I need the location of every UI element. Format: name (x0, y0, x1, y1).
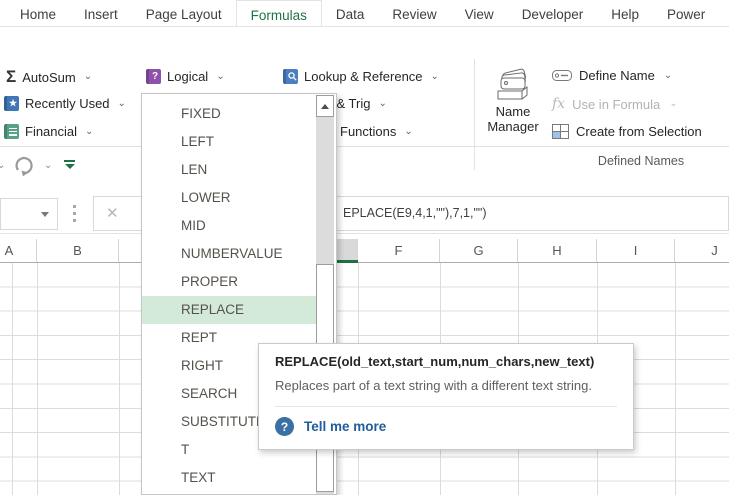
ribbon-bottom-border (0, 146, 729, 147)
chevron-down-icon: ⌄ (431, 72, 439, 82)
formula-bar-drag-handle[interactable] (73, 205, 76, 226)
name-manager-label-line2: Manager (484, 119, 542, 134)
cancel-formula-icon[interactable]: ✕ (106, 204, 119, 222)
dropdown-item-len[interactable]: LEN (142, 156, 318, 184)
tab-insert[interactable]: Insert (70, 0, 132, 26)
gridline (675, 263, 676, 495)
dropdown-item-fixed[interactable]: FIXED (142, 100, 318, 128)
recently-used-button[interactable]: ★ Recently Used ⌄ (4, 96, 126, 111)
undo-dropdown-chevron-icon[interactable]: ⌄ (0, 160, 5, 171)
scrollbar-up-button[interactable] (316, 95, 334, 117)
create-from-selection-button[interactable]: Create from Selection (552, 124, 702, 139)
autosum-button[interactable]: Σ AutoSum ⌄ (6, 69, 92, 85)
logical-icon: ? (146, 69, 161, 84)
gridline (37, 263, 38, 495)
tab-page-layout[interactable]: Page Layout (132, 0, 236, 26)
fx-icon: fx (552, 96, 565, 112)
column-header-f[interactable]: F (358, 239, 440, 262)
name-box-dropdown-icon[interactable] (41, 212, 49, 217)
use-in-formula-label: Use in Formula (572, 97, 660, 112)
star-icon: ★ (4, 96, 19, 111)
excel-window: Home Insert Page Layout Formulas Data Re… (0, 0, 729, 495)
tell-me-more-link[interactable]: Tell me more (304, 419, 386, 434)
chevron-down-icon: ⌄ (84, 72, 92, 82)
create-from-selection-icon (552, 124, 569, 139)
tooltip-divider (275, 406, 617, 407)
defined-names-group-label: Defined Names (551, 154, 729, 168)
name-manager-icon (494, 65, 532, 101)
dropdown-item-numbervalue[interactable]: NUMBERVALUE (142, 240, 318, 268)
name-box[interactable] (0, 198, 58, 230)
lookup-reference-label: Lookup & Reference (304, 69, 423, 84)
logical-label: Logical (167, 69, 208, 84)
tab-review[interactable]: Review (378, 0, 450, 26)
help-icon: ? (275, 417, 294, 436)
tab-formulas[interactable]: Formulas (236, 0, 322, 26)
logical-button[interactable]: ? Logical ⌄ (146, 69, 225, 84)
tab-data[interactable]: Data (322, 0, 379, 26)
customize-quick-access-toolbar-icon[interactable] (64, 160, 75, 169)
tooltip-title: REPLACE(old_text,start_num,num_chars,new… (275, 354, 617, 369)
redo-dropdown-chevron-icon[interactable]: ⌄ (44, 160, 52, 171)
ribbon: Σ AutoSum ⌄ ? Logical ⌄ Lookup & Referen… (0, 27, 729, 147)
use-in-formula-button: fx Use in Formula ⌄ (552, 96, 678, 112)
define-name-label: Define Name (579, 68, 655, 83)
chevron-down-icon: ⌄ (669, 99, 677, 109)
tab-power[interactable]: Power (653, 0, 719, 26)
ribbon-group-divider (474, 59, 475, 170)
autosum-label: AutoSum (22, 70, 75, 85)
chevron-down-icon: ⌄ (664, 71, 672, 81)
more-functions-label: Functions (340, 124, 396, 139)
chevron-down-icon: ⌄ (216, 72, 224, 82)
column-header-a[interactable]: A (0, 239, 37, 262)
magnifier-icon (283, 69, 298, 84)
lookup-reference-button[interactable]: Lookup & Reference ⌄ (283, 69, 439, 84)
dropdown-item-replace[interactable]: REPLACE (142, 296, 318, 324)
column-header-g[interactable]: G (440, 239, 518, 262)
chevron-down-icon: ⌄ (404, 127, 412, 137)
column-header-i[interactable]: I (597, 239, 675, 262)
formula-text: EPLACE(E9,4,1,""),7,1,"") (343, 206, 487, 220)
recently-used-label: Recently Used (25, 96, 110, 111)
financial-label: Financial (25, 124, 77, 139)
dropdown-item-lower[interactable]: LOWER (142, 184, 318, 212)
financial-icon (4, 124, 19, 139)
financial-button[interactable]: Financial ⌄ (4, 124, 93, 139)
more-functions-button[interactable]: Functions ⌄ (340, 124, 413, 139)
ribbon-tab-bar: Home Insert Page Layout Formulas Data Re… (0, 0, 729, 27)
name-manager-button[interactable]: Name Manager (484, 65, 542, 134)
sigma-icon: Σ (6, 69, 16, 85)
tab-view[interactable]: View (451, 0, 508, 26)
tab-developer[interactable]: Developer (508, 0, 598, 26)
tab-home[interactable]: Home (6, 0, 70, 26)
tab-help[interactable]: Help (597, 0, 653, 26)
redo-icon[interactable] (14, 156, 36, 176)
tooltip-description: Replaces part of a text string with a di… (275, 377, 623, 395)
chevron-down-icon: ⌄ (85, 127, 93, 137)
function-tooltip: REPLACE(old_text,start_num,num_chars,new… (258, 343, 634, 450)
chevron-down-icon: ⌄ (378, 99, 386, 109)
dropdown-item-left[interactable]: LEFT (142, 128, 318, 156)
define-name-button[interactable]: Define Name ⌄ (552, 68, 672, 83)
column-header-h[interactable]: H (518, 239, 597, 262)
dropdown-item-text[interactable]: TEXT (142, 464, 318, 492)
create-from-selection-label: Create from Selection (576, 124, 702, 139)
name-manager-label-line1: Name (484, 104, 542, 119)
gridline (119, 263, 120, 495)
formula-strip-border (0, 233, 729, 234)
chevron-down-icon: ⌄ (118, 99, 126, 109)
column-header-j[interactable]: J (675, 239, 729, 262)
up-arrow-icon (321, 104, 329, 109)
name-tag-icon (552, 69, 572, 82)
column-header-b[interactable]: B (37, 239, 119, 262)
dropdown-item-proper[interactable]: PROPER (142, 268, 318, 296)
gridline (12, 263, 13, 495)
dropdown-item-mid[interactable]: MID (142, 212, 318, 240)
